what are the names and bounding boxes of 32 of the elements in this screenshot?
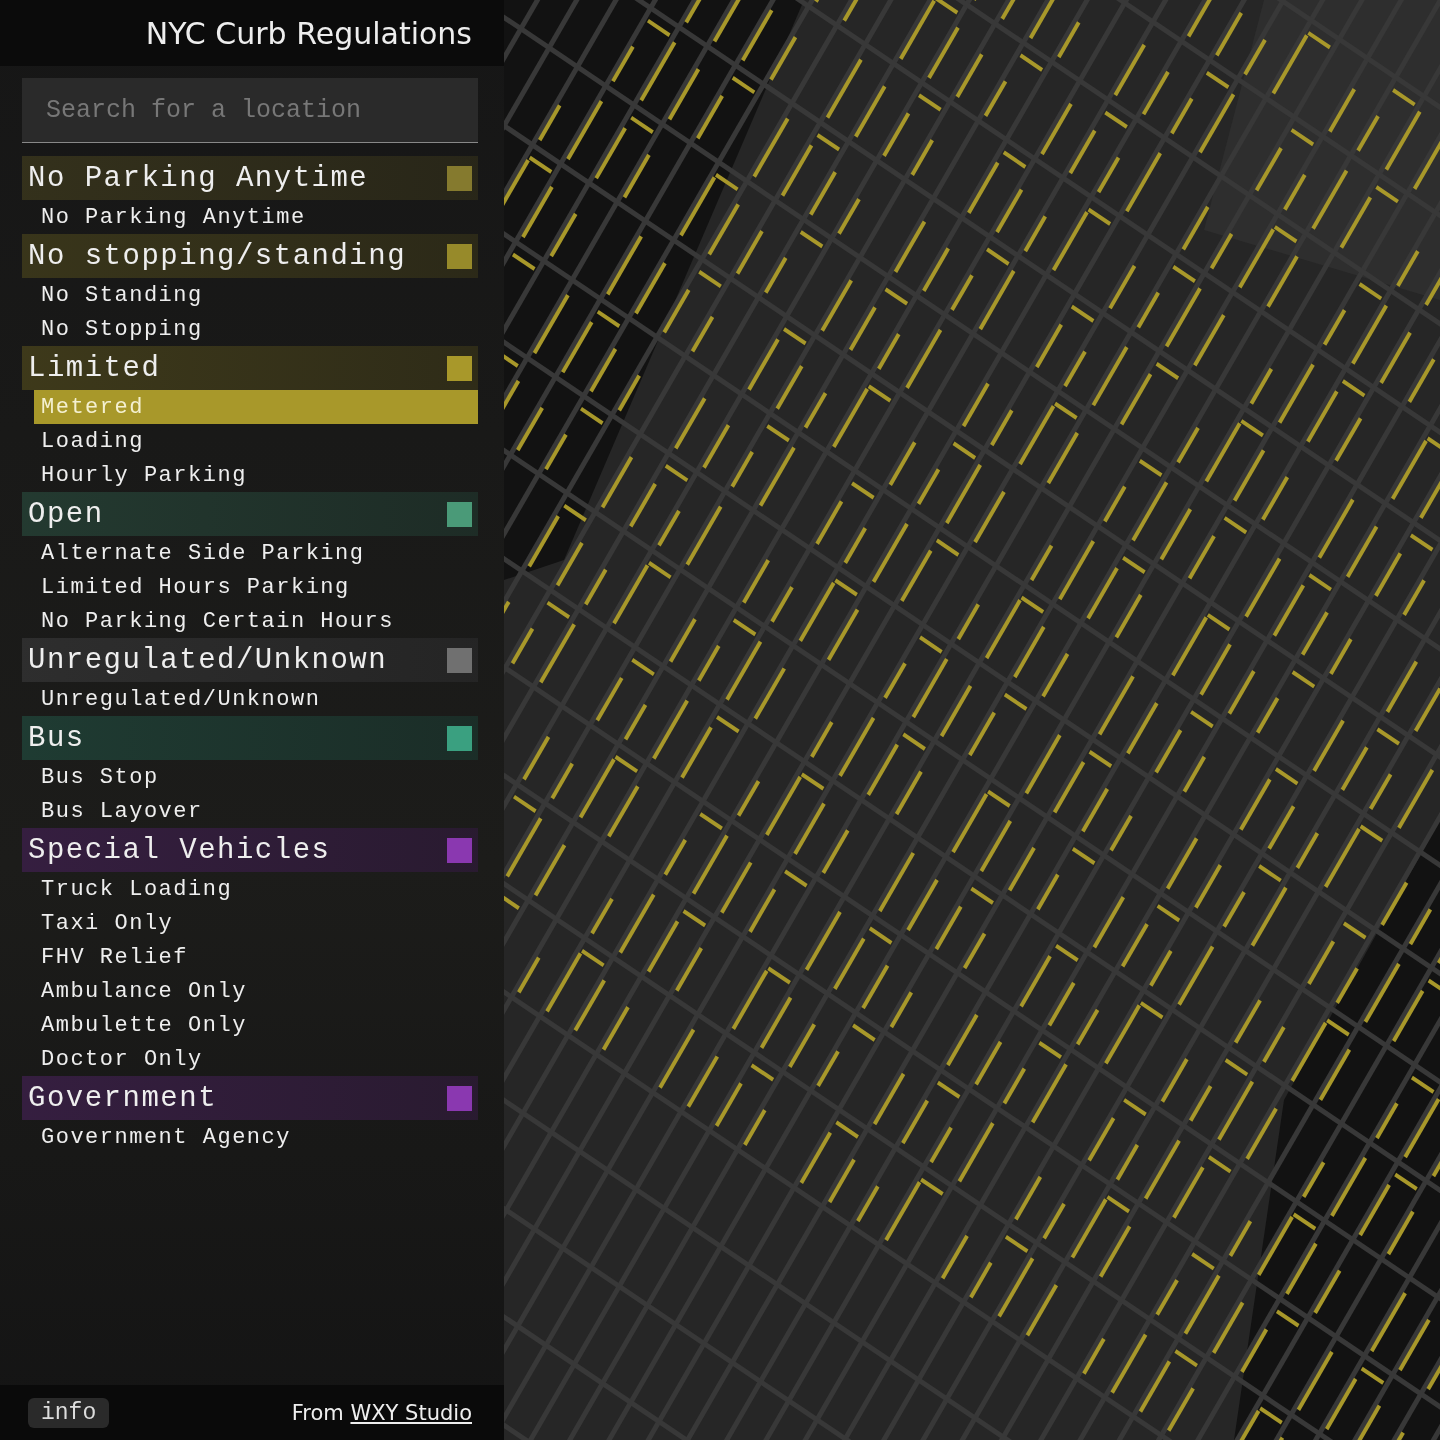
category-header[interactable]: Open — [22, 492, 478, 536]
category-header[interactable]: Special Vehicles — [22, 828, 478, 872]
regulation-item[interactable]: Hourly Parking — [34, 458, 478, 492]
regulation-item[interactable]: Unregulated/Unknown — [34, 682, 478, 716]
regulation-item[interactable]: No Parking Anytime — [34, 200, 478, 234]
app-title: NYC Curb Regulations — [145, 15, 472, 51]
regulation-item[interactable]: Bus Stop — [34, 760, 478, 794]
map-drawing[interactable] — [504, 0, 1440, 1440]
category-header[interactable]: No stopping/standing — [22, 234, 478, 278]
regulation-item[interactable]: FHV Relief — [34, 940, 478, 974]
regulation-item[interactable]: Government Agency — [34, 1120, 478, 1154]
regulation-item[interactable]: No Stopping — [34, 312, 478, 346]
category-header[interactable]: Limited — [22, 346, 478, 390]
regulation-item[interactable]: Truck Loading — [34, 872, 478, 906]
regulation-item[interactable]: No Parking Certain Hours — [34, 604, 478, 638]
regulation-item[interactable]: Doctor Only — [34, 1042, 478, 1076]
regulation-item[interactable]: Alternate Side Parking — [34, 536, 478, 570]
category-header[interactable]: No Parking Anytime — [22, 156, 478, 200]
regulation-item[interactable]: Bus Layover — [34, 794, 478, 828]
regulation-item[interactable]: Loading — [34, 424, 478, 458]
regulation-item[interactable]: Ambulette Only — [34, 1008, 478, 1042]
studio-link[interactable]: WXY Studio — [350, 1400, 472, 1425]
regulation-item[interactable]: No Standing — [34, 278, 478, 312]
regulation-item[interactable]: Ambulance Only — [34, 974, 478, 1008]
category-header[interactable]: Government — [22, 1076, 478, 1120]
credit-text: From WXY Studio — [291, 1400, 472, 1425]
category-header[interactable]: Bus — [22, 716, 478, 760]
info-button[interactable]: info — [28, 1397, 110, 1428]
search-field[interactable]: Search for a location — [22, 78, 478, 143]
regulation-item[interactable]: Limited Hours Parking — [34, 570, 478, 604]
regulation-item[interactable]: Taxi Only — [34, 906, 478, 940]
category-header[interactable]: Unregulated/Unknown — [22, 638, 478, 682]
